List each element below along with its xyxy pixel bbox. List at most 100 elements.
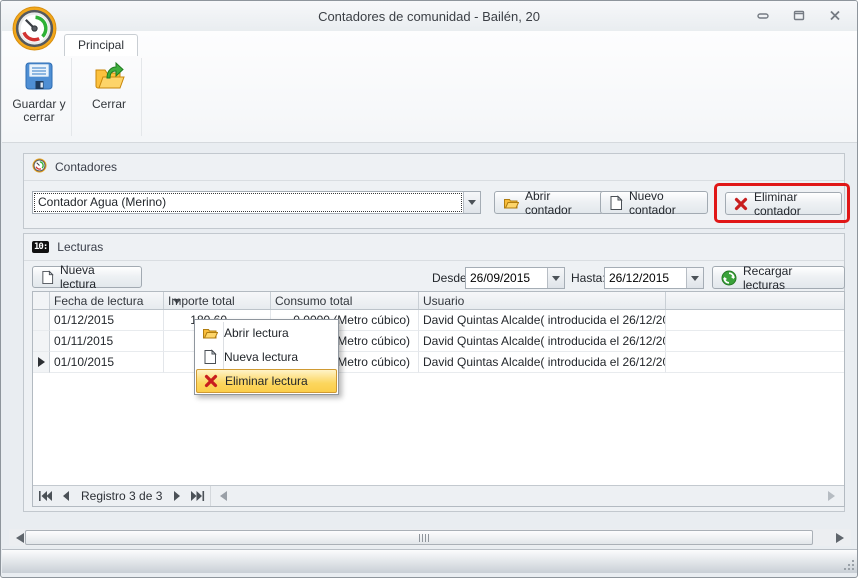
hasta-date-editor[interactable] (604, 267, 704, 289)
cell-fecha[interactable]: 01/10/2015 (50, 352, 164, 373)
last-record-icon[interactable] (186, 486, 210, 506)
lecturas-panel: 10: Lecturas Nueva lectura Desde: Hasta: (23, 233, 845, 512)
title-bar[interactable]: Contadores de comunidad - Bailén, 20 (1, 1, 857, 31)
previous-record-icon[interactable] (57, 486, 75, 506)
record-navigator: Registro 3 de 3 (33, 485, 844, 506)
red-x-icon (197, 374, 225, 388)
cerrar-label: Cerrar (92, 98, 126, 111)
cell-usuario[interactable]: David Quintas Alcalde( introducida el 26… (419, 310, 666, 331)
cell-usuario[interactable]: David Quintas Alcalde( introducida el 26… (419, 352, 666, 373)
next-record-icon[interactable] (168, 486, 186, 506)
menu-label: Eliminar lectura (225, 374, 308, 388)
resize-grip-icon[interactable] (840, 556, 854, 570)
ribbon-separator (141, 58, 142, 136)
menu-item-eliminar-lectura[interactable]: Eliminar lectura (196, 369, 337, 393)
contadores-header: Contadores (24, 154, 844, 181)
close-icon[interactable] (827, 8, 843, 22)
recargar-lecturas-button[interactable]: Recargar lecturas (712, 266, 845, 289)
app-gauge-icon[interactable] (11, 5, 58, 52)
lecturas-header: 10: Lecturas (24, 234, 844, 261)
new-document-icon (196, 349, 224, 365)
column-header-usuario[interactable]: Usuario (419, 292, 666, 309)
new-document-icon (609, 195, 623, 211)
hasta-label: Hasta: (571, 271, 606, 285)
grid-header-row: Fecha de lectura Importe total Consumo t… (33, 292, 844, 310)
column-header-empty (666, 292, 844, 309)
chevron-down-icon (552, 276, 560, 285)
menu-label: Abrir lectura (224, 326, 289, 340)
save-floppy-icon (23, 60, 55, 92)
ribbon-separator (71, 58, 72, 136)
nuevo-contador-button[interactable]: Nuevo contador (600, 191, 708, 214)
abrir-contador-button[interactable]: Abrir contador (494, 191, 604, 214)
guardar-y-cerrar-label: Guardar y cerrar (10, 98, 68, 124)
contador-combobox-value: Contador Agua (Merino) (35, 194, 461, 211)
contadores-title: Contadores (55, 160, 117, 174)
combobox-dropdown-button[interactable] (463, 192, 480, 213)
scroll-left-icon[interactable] (11, 533, 24, 543)
row-selector-current[interactable] (33, 352, 50, 373)
current-row-indicator-icon (38, 357, 50, 367)
restore-icon[interactable] (791, 8, 807, 22)
window-controls (755, 8, 843, 22)
nuevo-contador-label: Nuevo contador (629, 189, 699, 217)
cell-fecha[interactable]: 01/12/2015 (50, 310, 164, 331)
row-selector-header (33, 292, 50, 309)
lectura-context-menu: Abrir lectura Nueva lectura Eliminar lec… (194, 319, 339, 395)
first-record-icon[interactable] (33, 486, 57, 506)
cerrar-button[interactable]: Cerrar (80, 56, 138, 142)
cell-fecha[interactable]: 01/11/2015 (50, 331, 164, 352)
column-header-consumo[interactable]: Consumo total (271, 292, 419, 309)
gauge-icon (32, 158, 47, 176)
grid-horizontal-scrollbar[interactable] (210, 486, 844, 506)
desde-date-input[interactable] (466, 268, 547, 288)
eliminar-contador-button[interactable]: Eliminar contador (725, 192, 842, 215)
table-row[interactable]: 01/12/2015 180,60 0,0000 (Metro cúbico) … (33, 310, 844, 331)
cell-empty (666, 331, 844, 352)
window-horizontal-scrollbar[interactable] (9, 529, 851, 546)
contador-combobox[interactable]: Contador Agua (Merino) (32, 191, 481, 214)
desde-dropdown-button[interactable] (547, 268, 564, 288)
scrollbar-grip-icon (419, 534, 429, 542)
window-title: Contadores de comunidad - Bailén, 20 (1, 9, 857, 24)
tab-principal[interactable]: Principal (64, 34, 138, 56)
guardar-y-cerrar-button[interactable]: Guardar y cerrar (10, 56, 68, 142)
chevron-down-icon (468, 200, 476, 209)
ribbon-body: Guardar y cerrar Cerrar (2, 56, 858, 142)
column-header-importe[interactable]: Importe total (164, 292, 271, 309)
folder-close-arrow-icon (93, 60, 125, 92)
hasta-dropdown-button[interactable] (686, 268, 703, 288)
menu-label: Nueva lectura (224, 350, 298, 364)
table-row[interactable]: 01/11/2015 0,0000 (Metro cúbico) David Q… (33, 331, 844, 352)
nueva-lectura-label: Nueva lectura (60, 263, 133, 291)
hasta-date-input[interactable] (605, 268, 686, 288)
row-selector[interactable] (33, 310, 50, 331)
menu-item-abrir-lectura[interactable]: Abrir lectura (196, 321, 337, 345)
minimize-icon[interactable] (755, 8, 771, 22)
refresh-icon (721, 270, 737, 286)
red-x-icon (734, 197, 748, 211)
scroll-right-icon[interactable] (836, 533, 849, 543)
app-window: Contadores de comunidad - Bailén, 20 P (0, 0, 858, 578)
scrollbar-thumb[interactable] (25, 530, 813, 545)
lecturas-grid: Fecha de lectura Importe total Consumo t… (32, 291, 845, 507)
scroll-left-icon[interactable] (215, 491, 227, 501)
column-header-fecha[interactable]: Fecha de lectura (50, 292, 164, 309)
cell-usuario[interactable]: David Quintas Alcalde( introducida el 26… (419, 331, 666, 352)
open-folder-icon (196, 325, 224, 341)
cell-empty (666, 310, 844, 331)
lecturas-title: Lecturas (57, 240, 103, 254)
ribbon: Principal Guardar y cerrar (2, 31, 858, 143)
menu-item-nueva-lectura[interactable]: Nueva lectura (196, 345, 337, 369)
contadores-panel: Contadores Contador Agua (Merino) Abrir … (23, 153, 845, 229)
scroll-right-icon[interactable] (828, 491, 840, 501)
nueva-lectura-button[interactable]: Nueva lectura (32, 266, 142, 288)
eliminar-contador-label: Eliminar contador (754, 190, 833, 218)
open-folder-icon (503, 195, 519, 211)
table-row[interactable]: 01/10/2015 0,0000 (Metro cúbico) David Q… (33, 352, 844, 373)
new-document-icon (41, 270, 54, 285)
record-count-label: Registro 3 de 3 (75, 489, 168, 503)
row-selector[interactable] (33, 331, 50, 352)
cell-empty (666, 352, 844, 373)
desde-date-editor[interactable] (465, 267, 565, 289)
